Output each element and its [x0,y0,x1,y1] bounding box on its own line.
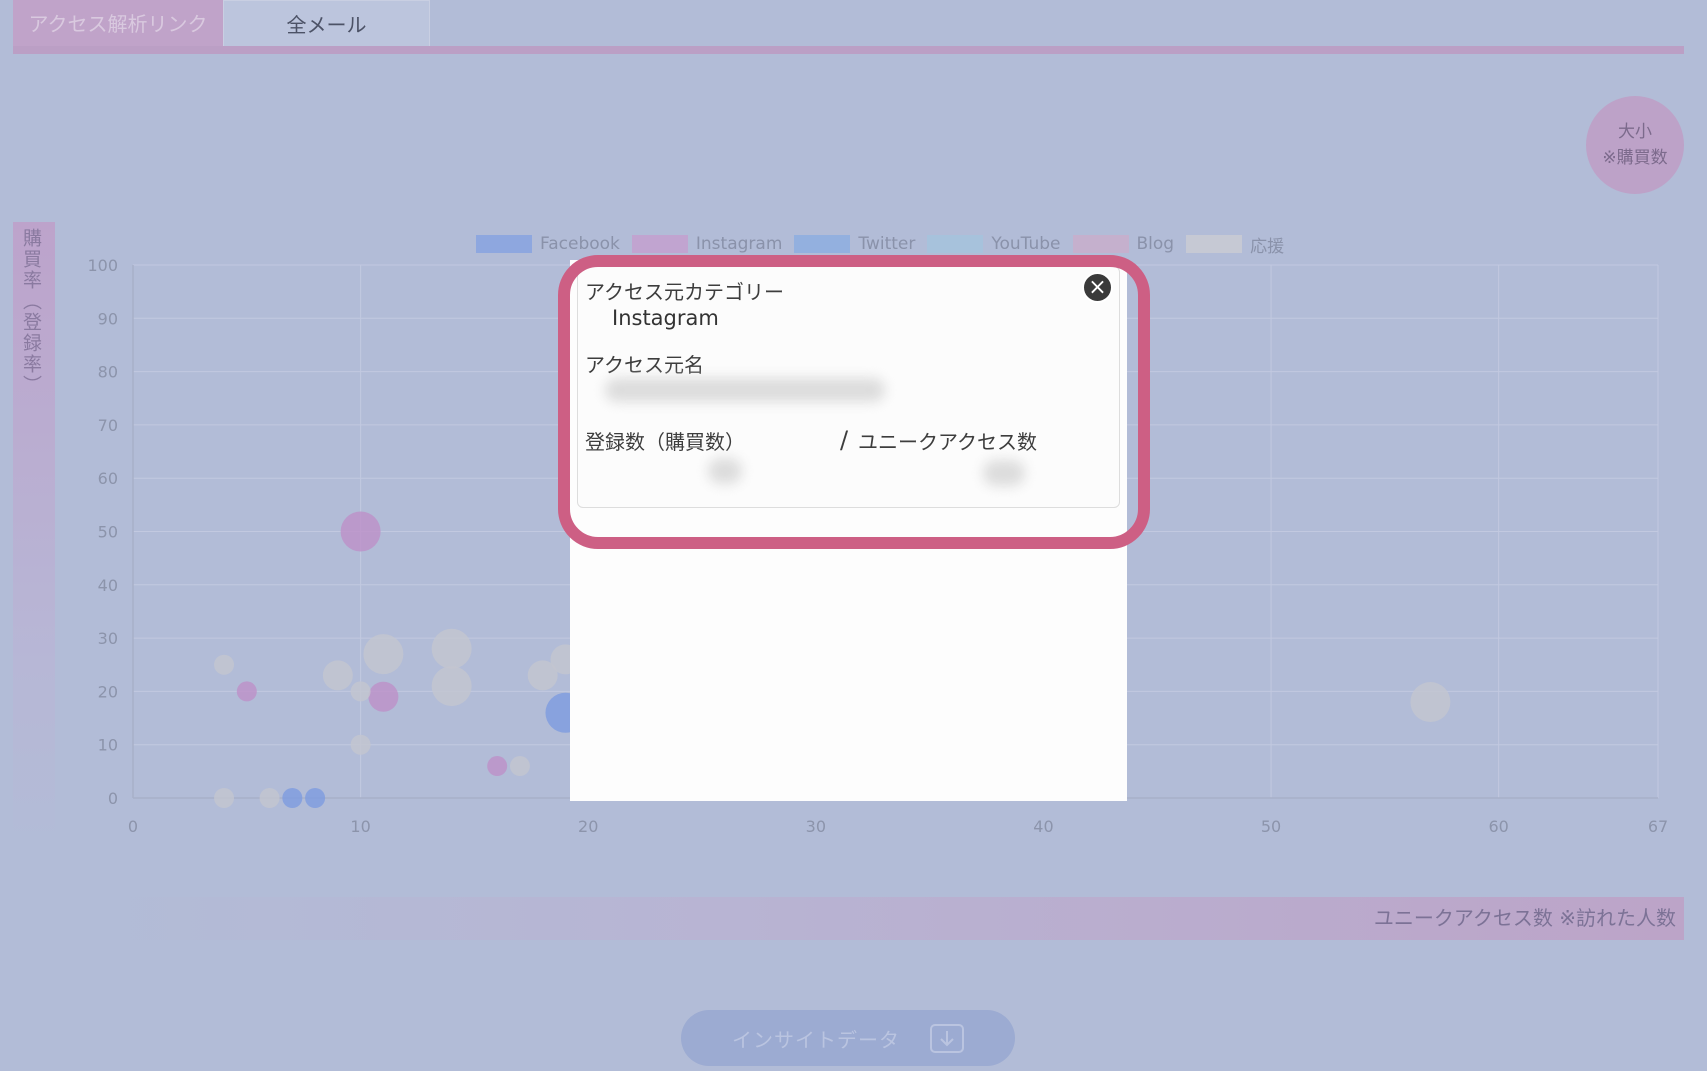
registrations-value-redacted [708,458,742,484]
unique-access-label: ユニークアクセス数 [858,430,1037,454]
data-point [322,660,353,691]
data-point [350,734,371,755]
x-axis-bar: ユニークアクセス数 ※訪れた人数 [90,897,1684,940]
size-legend-line1: 大小 [1618,122,1652,142]
y-tick-label: 50 [98,523,118,542]
source-name-redacted [605,378,885,402]
data-point [487,756,508,777]
y-tick-label: 100 [87,256,118,275]
registrations-label: 登録数（購買数） [585,430,745,454]
x-tick-label: 67 [1648,817,1668,836]
close-icon[interactable]: × [1082,272,1113,303]
data-point [1410,682,1451,723]
data-point [368,681,399,712]
data-point [509,756,530,777]
size-legend-bubble: 大小 ※購買数 [1586,96,1684,194]
x-tick-label: 60 [1488,817,1508,836]
y-tick-label: 0 [108,789,118,808]
y-tick-label: 20 [98,682,118,701]
source-name-label: アクセス元名 [585,353,704,377]
data-point [282,788,303,808]
y-tick-label: 60 [98,469,118,488]
x-tick-label: 30 [806,817,826,836]
data-point [363,634,404,675]
data-point [431,666,472,707]
y-tick-label: 40 [98,576,118,595]
data-point [259,788,280,808]
unique-access-value-redacted [983,460,1025,486]
y-tick-label: 70 [98,416,118,435]
data-point [214,654,235,675]
data-point [431,628,472,669]
data-point [340,511,381,552]
y-tick-label: 90 [98,309,118,328]
y-tick-label: 80 [98,363,118,382]
x-tick-label: 10 [350,817,370,836]
insight-data-button[interactable]: インサイトデータ [681,1010,1015,1066]
category-value: Instagram [612,306,719,330]
x-axis-label: ユニークアクセス数 ※訪れた人数 [1373,906,1676,930]
tab-underline [13,46,1684,54]
size-legend-line2: ※購買数 [1602,148,1668,168]
data-point [350,681,371,702]
x-tick-label: 50 [1261,817,1281,836]
tab-bar: アクセス解析リンク 全メール [13,0,1684,54]
data-point [214,788,235,808]
x-tick-label: 20 [578,817,598,836]
download-icon [930,1024,964,1053]
separator-slash: / [840,426,849,454]
y-tick-label: 30 [98,629,118,648]
tab-access-analysis[interactable]: アクセス解析リンク [13,0,223,48]
tab-all-mail[interactable]: 全メール [223,0,430,48]
data-point [305,788,326,808]
data-point [236,681,257,702]
y-tick-label: 10 [98,736,118,755]
insight-data-label: インサイトデータ [732,1027,900,1052]
x-tick-label: 40 [1033,817,1053,836]
category-label: アクセス元カテゴリー [585,280,784,304]
x-tick-label: 0 [128,817,138,836]
